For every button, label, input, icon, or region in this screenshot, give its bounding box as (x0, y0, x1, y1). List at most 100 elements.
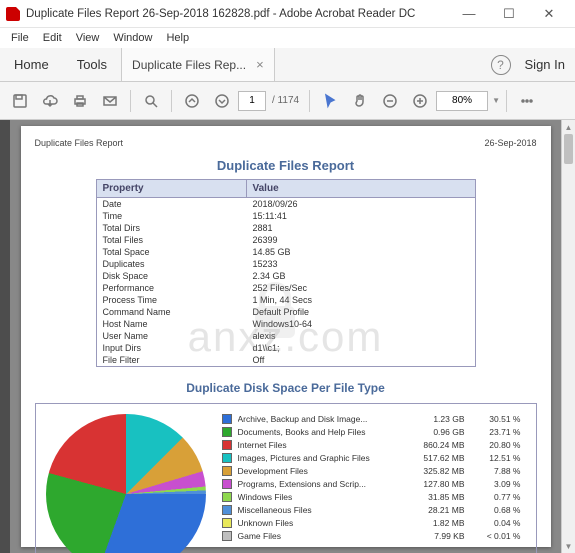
legend-size: 0.96 GB (409, 427, 465, 437)
window-titlebar: Duplicate Files Report 26-Sep-2018 16282… (0, 0, 575, 28)
table-row: Command NameDefault Profile (97, 306, 475, 318)
legend-item: Programs, Extensions and Scrip...127.80 … (222, 479, 526, 489)
legend-item: Game Files 7.99 KB < 0.01 % (222, 531, 526, 541)
chart-container: Archive, Backup and Disk Image... 1.23 GB… (35, 403, 537, 553)
close-button[interactable]: ✕ (529, 0, 569, 28)
pointer-icon[interactable] (316, 87, 344, 115)
pdf-icon (6, 7, 20, 21)
scrollbar-thumb[interactable] (564, 134, 573, 164)
legend-swatch (222, 479, 232, 489)
prop-val: alexis (247, 330, 282, 342)
tab-close-icon[interactable]: × (256, 57, 264, 72)
prop-key: Total Space (97, 246, 247, 258)
zoom-dropdown-icon[interactable]: ▼ (492, 96, 500, 105)
table-row: File FilterOff (97, 354, 475, 366)
prop-val: Off (247, 354, 271, 366)
page-total-label: / 1174 (268, 95, 303, 106)
section-title-diskspace: Duplicate Disk Space Per File Type (35, 381, 537, 395)
legend-item: Documents, Books and Help Files 0.96 GB 23… (222, 427, 526, 437)
prop-key: User Name (97, 330, 247, 342)
prop-header-key: Property (97, 180, 247, 197)
scroll-up-icon[interactable]: ▲ (562, 120, 575, 134)
page-number-input[interactable] (238, 91, 266, 111)
search-icon[interactable] (137, 87, 165, 115)
table-row: Host NameWindows10-64 (97, 318, 475, 330)
prop-key: Input Dirs (97, 342, 247, 354)
legend-size: 28.21 MB (409, 505, 465, 515)
tab-document-label: Duplicate Files Rep... (132, 58, 246, 72)
prop-key: File Filter (97, 354, 247, 366)
legend-label: Programs, Extensions and Scrip... (238, 479, 403, 489)
document-area: Duplicate Files Report 26-Sep-2018 Dupli… (0, 120, 575, 553)
menu-edit[interactable]: Edit (36, 30, 69, 46)
print-icon[interactable] (66, 87, 94, 115)
legend-label: Documents, Books and Help Files (238, 427, 403, 437)
table-row: Process Time1 Min, 44 Secs (97, 294, 475, 306)
legend-swatch (222, 440, 232, 450)
minimize-button[interactable]: — (449, 0, 489, 28)
menu-view[interactable]: View (69, 30, 107, 46)
help-icon[interactable]: ? (491, 55, 511, 75)
tab-home[interactable]: Home (0, 48, 63, 81)
cloud-icon[interactable] (36, 87, 64, 115)
prop-key: Time (97, 210, 247, 222)
zoom-out-icon[interactable] (376, 87, 404, 115)
prop-val: 14.85 GB (247, 246, 297, 258)
table-row: Performance252 Files/Sec (97, 282, 475, 294)
tab-tools[interactable]: Tools (63, 48, 121, 81)
legend-size: 1.23 GB (409, 414, 465, 424)
legend-label: Archive, Backup and Disk Image... (238, 414, 403, 424)
maximize-button[interactable]: ☐ (489, 0, 529, 28)
legend-item: Windows Files 31.85 MB 0.77 % (222, 492, 526, 502)
zoom-select[interactable] (436, 91, 488, 111)
prop-val: 2.34 GB (247, 270, 292, 282)
menu-help[interactable]: Help (159, 30, 196, 46)
sign-in-button[interactable]: Sign In (525, 57, 565, 72)
window-title: Duplicate Files Report 26-Sep-2018 16282… (26, 8, 449, 20)
prop-key: Total Dirs (97, 222, 247, 234)
legend-percent: < 0.01 % (471, 531, 521, 541)
email-icon[interactable] (96, 87, 124, 115)
zoom-in-icon[interactable] (406, 87, 434, 115)
legend-item: Miscellaneous Files28.21 MB0.68 % (222, 505, 526, 515)
legend-swatch (222, 518, 232, 528)
table-row: User Namealexis (97, 330, 475, 342)
legend-percent: 0.04 % (471, 518, 521, 528)
prop-val: 2018/09/26 (247, 198, 304, 210)
menu-window[interactable]: Window (106, 30, 159, 46)
prop-key: Process Time (97, 294, 247, 306)
tab-document[interactable]: Duplicate Files Rep... × (121, 48, 275, 81)
prop-val: 15:11:41 (247, 210, 293, 222)
vertical-scrollbar[interactable]: ▲ ▼ (561, 120, 575, 553)
legend-label: Development Files (238, 466, 403, 476)
legend-percent: 23.71 % (471, 427, 521, 437)
hand-icon[interactable] (346, 87, 374, 115)
scroll-down-icon[interactable]: ▼ (562, 539, 575, 553)
table-row: Total Dirs2881 (97, 222, 475, 234)
left-sidebar-collapsed[interactable] (0, 120, 10, 553)
save-icon[interactable] (6, 87, 34, 115)
toolbar: / 1174 ▼ (0, 82, 575, 120)
prop-val: d1\\c1; (247, 342, 286, 354)
table-row: Date2018/09/26 (97, 198, 475, 210)
legend-swatch (222, 466, 232, 476)
properties-table: Property Value Date2018/09/26Time15:11:4… (96, 179, 476, 367)
legend-label: Game Files (238, 531, 403, 541)
legend-swatch (222, 492, 232, 502)
page-down-icon[interactable] (208, 87, 236, 115)
page-header-right: 26-Sep-2018 (484, 138, 536, 148)
legend-percent: 0.77 % (471, 492, 521, 502)
pdf-page: Duplicate Files Report 26-Sep-2018 Dupli… (21, 126, 551, 547)
legend-size: 7.99 KB (409, 531, 465, 541)
legend-size: 31.85 MB (409, 492, 465, 502)
menu-file[interactable]: File (4, 30, 36, 46)
page-header-left: Duplicate Files Report (35, 138, 124, 148)
legend-swatch (222, 414, 232, 424)
legend-label: Windows Files (238, 492, 403, 502)
prop-key: Command Name (97, 306, 247, 318)
legend-percent: 20.80 % (471, 440, 521, 450)
page-up-icon[interactable] (178, 87, 206, 115)
prop-key: Duplicates (97, 258, 247, 270)
more-icon[interactable] (513, 87, 541, 115)
prop-val: 252 Files/Sec (247, 282, 314, 294)
